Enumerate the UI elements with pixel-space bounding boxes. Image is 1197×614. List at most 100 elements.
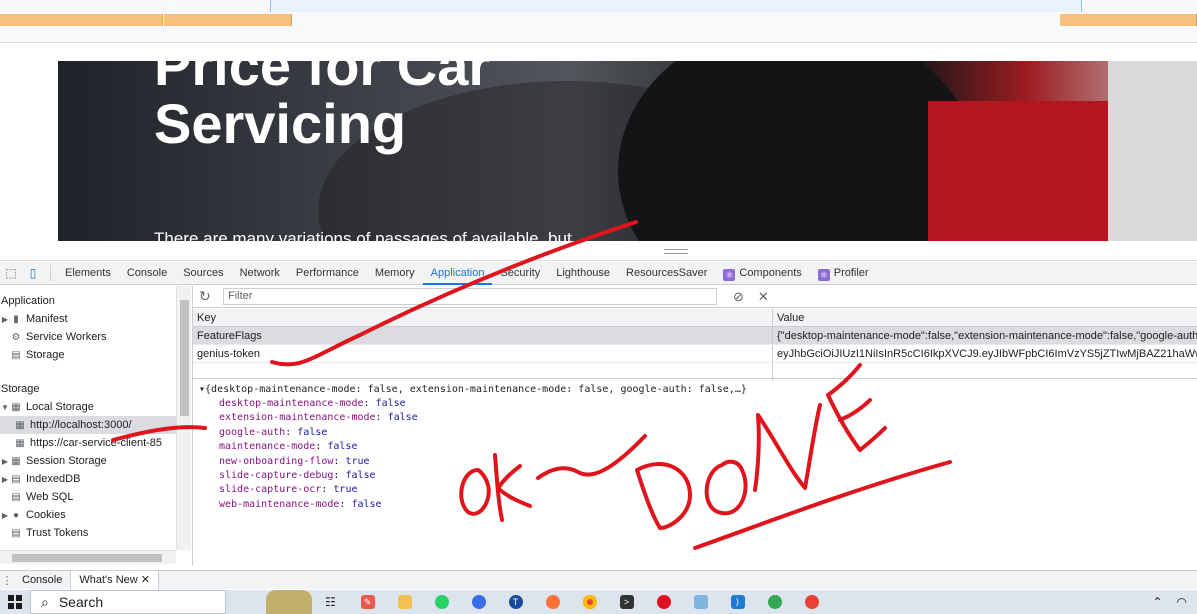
device-toggle-icon[interactable]: ▯ [22, 262, 44, 284]
resize-grip-icon[interactable] [664, 249, 688, 254]
devtools-resizer[interactable] [0, 241, 1197, 261]
react-icon: ⚛ [723, 268, 736, 281]
sidebar-hscrollbar[interactable] [0, 550, 176, 564]
preview-entry: slide-capture-ocr: true [219, 484, 358, 496]
vscode-icon[interactable]: ⟩ [719, 590, 756, 614]
firefox-icon[interactable] [534, 590, 571, 614]
sidebar-item-localhost[interactable]: ▦ http://localhost:3000/ [0, 416, 176, 434]
preview-entry: maintenance-mode: false [219, 441, 358, 453]
tab-memory[interactable]: Memory [367, 262, 423, 285]
column-header-value[interactable]: Value [773, 309, 1197, 326]
grid-icon: ▦ [11, 402, 21, 413]
tire-image [618, 61, 978, 241]
chevron-up-icon[interactable]: ⌃ [1152, 595, 1162, 609]
expand-arrow-icon[interactable]: ▶ [0, 507, 10, 525]
value-preview: ▾{desktop-maintenance-mode: false, exten… [193, 378, 1197, 566]
expand-arrow-icon[interactable]: ▶ [0, 471, 10, 489]
preview-entry: new-onboarding-flow: true [219, 455, 370, 467]
wifi-icon[interactable]: ◠ [1177, 595, 1187, 609]
task-view-icon[interactable]: ☷ [312, 590, 349, 614]
preview-entry: extension-maintenance-mode: false [219, 412, 418, 424]
chrome-icon[interactable] [571, 590, 608, 614]
sidebar-item-local-storage[interactable]: ▼ ▦ Local Storage [0, 398, 176, 416]
sidebar-item-web-sql[interactable]: ▤ Web SQL [0, 488, 176, 506]
sidebar-scrollbar[interactable] [176, 286, 191, 550]
chrome-icon[interactable] [793, 590, 830, 614]
tab-resourcessaver[interactable]: ResourcesSaver [618, 262, 715, 285]
windows-taskbar: ⌕ Search ☷ ✎ T > ⟩ ⌃ ◠ [0, 590, 1197, 614]
timeline-bar [164, 14, 292, 26]
windows-start-icon[interactable] [0, 590, 30, 614]
cookie-icon: ● [12, 510, 20, 521]
grid-icon: ▦ [15, 420, 25, 431]
hero-banner: Price for Car Servicing There are many v… [58, 61, 1197, 241]
grid-icon: ▦ [11, 456, 21, 467]
timeline-selection [270, 0, 1082, 12]
database-icon: ▤ [11, 350, 21, 361]
expand-arrow-icon[interactable]: ▶ [0, 453, 10, 471]
sidebar-heading-storage: Storage [1, 383, 40, 395]
delete-selected-icon[interactable]: ✕ [758, 289, 769, 305]
inspect-icon[interactable]: ⬚ [0, 262, 22, 284]
sidebar-item-trust-tokens[interactable]: ▤ Trust Tokens [0, 524, 176, 542]
terminal-icon[interactable]: > [608, 590, 645, 614]
preview-summary[interactable]: ▾{desktop-maintenance-mode: false, exten… [199, 383, 1192, 397]
recorder-icon[interactable] [645, 590, 682, 614]
system-tray: ⌃ ◠ [1152, 590, 1187, 614]
column-header-key[interactable]: Key [193, 309, 773, 326]
drawer-tab-whats-new[interactable]: What's New ✕ [70, 570, 159, 590]
firefox-icon[interactable] [460, 590, 497, 614]
clear-all-icon[interactable]: ⊘ [733, 289, 744, 305]
refresh-icon[interactable]: ↻ [199, 288, 215, 305]
hero-title: Price for Car Servicing [154, 61, 491, 155]
tab-network[interactable]: Network [232, 262, 288, 285]
more-options-icon[interactable]: ⋮ [0, 574, 14, 587]
tab-security[interactable]: Security [492, 262, 548, 285]
collapse-arrow-icon[interactable]: ▼ [0, 399, 10, 417]
sidebar-item-indexeddb[interactable]: ▶ ▤ IndexedDB [0, 470, 176, 488]
notepad-icon[interactable] [682, 590, 719, 614]
sidebar-item-storage[interactable]: ▤ Storage [0, 346, 176, 364]
devtools-tabs: ⬚ ▯ Elements Console Sources Network Per… [0, 262, 1197, 285]
tab-application[interactable]: Application [422, 262, 493, 285]
hero-subtitle: There are many variations of passages of… [154, 229, 572, 241]
sidebar-heading-application: Application [1, 295, 55, 307]
tab-components[interactable]: ⚛ Components [715, 262, 809, 285]
tab-lighthouse[interactable]: Lighthouse [548, 262, 618, 285]
sidebar-item-car-service-origin[interactable]: ▦ https://car-service-client-85 [0, 434, 176, 452]
table-row[interactable]: genius-token eyJhbGciOiJIUzI1NiIsInR5cCI… [193, 345, 1197, 363]
storage-toolbar: ↻ Filter ⊘ ✕ [193, 286, 1197, 308]
sidebar-item-session-storage[interactable]: ▶ ▦ Session Storage [0, 452, 176, 470]
close-icon[interactable]: ✕ [141, 574, 150, 586]
table-header: Key Value [193, 309, 1197, 327]
database-icon: ▤ [11, 474, 21, 485]
tab-console[interactable]: Console [119, 262, 175, 285]
tab-elements[interactable]: Elements [57, 262, 119, 285]
expand-arrow-icon[interactable]: ▶ [0, 311, 10, 329]
whatsapp-icon[interactable] [423, 590, 460, 614]
tab-profiler[interactable]: ⚛ Profiler [810, 262, 877, 285]
preview-entry: slide-capture-debug: false [219, 470, 376, 482]
drawer-tab-console[interactable]: Console [14, 571, 70, 590]
tab-sources[interactable]: Sources [175, 262, 231, 285]
search-highlight-image[interactable] [266, 590, 312, 614]
devtools-drawer: ⋮ Console What's New ✕ [0, 570, 1197, 590]
gear-icon: ⚙ [11, 332, 21, 343]
app-icon[interactable]: ✎ [349, 590, 386, 614]
sidebar-item-service-workers[interactable]: ⚙ Service Workers [0, 328, 176, 346]
timeline-bar [1060, 14, 1197, 26]
file-explorer-icon[interactable] [386, 590, 423, 614]
taskbar-search[interactable]: ⌕ Search [30, 590, 226, 614]
sidebar-item-manifest[interactable]: ▶ ▮ Manifest [0, 310, 176, 328]
sidebar-item-cookies[interactable]: ▶ ● Cookies [0, 506, 176, 524]
storage-panel: ↻ Filter ⊘ ✕ Key Value FeatureFlags {"de… [192, 286, 1197, 566]
file-icon: ▮ [13, 314, 19, 325]
tab-performance[interactable]: Performance [288, 262, 367, 285]
app-icon[interactable]: T [497, 590, 534, 614]
chrome-icon[interactable] [756, 590, 793, 614]
grid-icon: ▦ [15, 438, 25, 449]
database-icon: ▤ [11, 492, 21, 503]
filter-input[interactable]: Filter [223, 288, 717, 305]
preview-entry: desktop-maintenance-mode: false [219, 398, 406, 409]
table-row[interactable]: FeatureFlags {"desktop-maintenance-mode"… [193, 327, 1197, 345]
